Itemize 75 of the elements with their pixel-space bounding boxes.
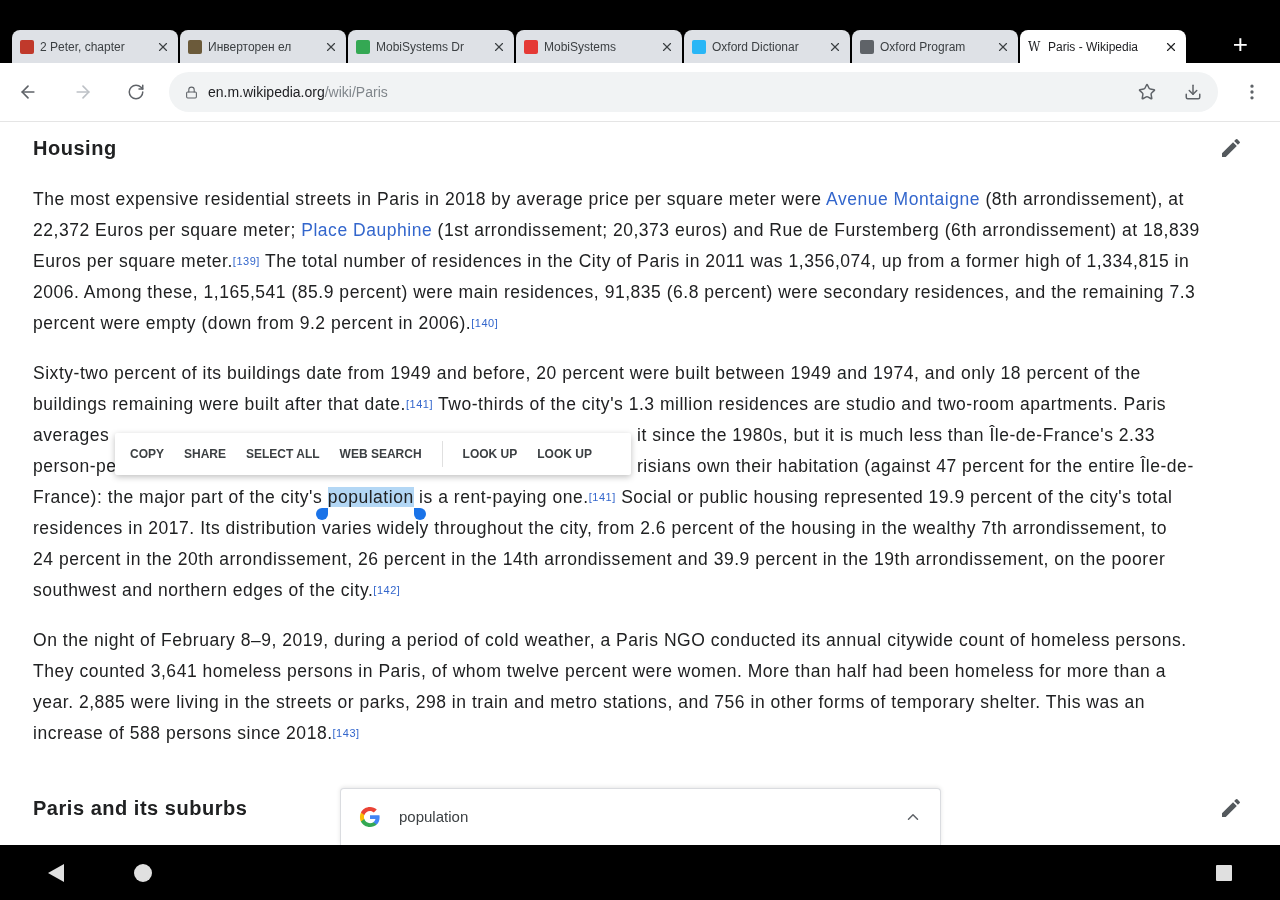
tab-title: MobiSystems	[544, 38, 618, 56]
recents-square-icon[interactable]	[1215, 863, 1233, 882]
back-triangle-icon[interactable]	[47, 862, 65, 883]
reference-link[interactable]: [143]	[332, 727, 360, 739]
body-text: Social or public housing represented 19.9 percent of the city's total	[620, 487, 1173, 507]
body-text: buildings remaining were built after that date.	[33, 394, 406, 414]
body-text: southwest and northern edges of the city.	[33, 580, 374, 600]
body-text: On the night of February 8–9, 2019, during a period of cold weather, a Paris NGO conducted its annual citywide count of homeless persons.	[33, 630, 1187, 650]
body-text: 2006. Among these, 1,165,541 (85.9 percent) were main residences, 91,835 (6.8 percent) were secondary residences, and the remaining 7.3	[33, 282, 1196, 302]
body-text: is a rent-paying one.	[418, 487, 589, 507]
article-link[interactable]: Avenue Montaigne	[826, 189, 981, 209]
download-icon[interactable]	[1184, 83, 1202, 101]
tab-title: MobiSystems Dr	[376, 38, 465, 56]
body-text: person-pe	[33, 455, 117, 478]
reload-icon[interactable]	[127, 83, 145, 101]
body-text: 22,372 Euros per square meter;	[33, 220, 297, 240]
google-logo-icon	[359, 806, 381, 828]
body-text: Sixty-two percent of its buildings date from 1949 and before, 20 percent were built between 1949 and 1974, and only 18 percent of the	[33, 363, 1141, 383]
reference-link[interactable]: [141]	[405, 398, 434, 410]
tab-title: 2 Peter, chapter	[40, 38, 126, 56]
edit-pencil-icon[interactable]	[1219, 136, 1243, 160]
body-text: risians own their habitation (against 47 percent for the entire Île-de-	[637, 455, 1195, 478]
browser-tab[interactable]: Инверторен ел	[180, 30, 346, 63]
menu-action[interactable]: COPY	[130, 433, 174, 475]
menu-action[interactable]: SHARE	[174, 433, 237, 475]
body-text: it since the 1980s, but it is much less than Île-de-France's 2.33	[637, 424, 1156, 447]
url-path: /wiki/Paris	[324, 82, 388, 102]
tab-title: Инверторен ел	[208, 38, 293, 56]
body-text: Two-thirds of the city's 1.3 million residences are studio and two-room apartments. Paris	[437, 394, 1167, 414]
favicon-letter: W	[1028, 38, 1042, 56]
body-text: averages	[33, 424, 110, 447]
body-text: increase of 588 persons since 2018.	[33, 723, 333, 743]
menu-action[interactable]: LOOK UP	[452, 433, 528, 475]
body-text: (1st arrondissement; 20,373 euros) and Rue de Furstemberg (6th arrondissement) at 18,839	[436, 220, 1200, 240]
menu-action[interactable]: WEB SEARCH	[329, 433, 432, 475]
browser-tab[interactable]: W Paris - Wikipedia	[1020, 30, 1186, 63]
section-heading: Paris and its suburbs	[33, 796, 248, 821]
browser-tab[interactable]: 2 Peter, chapter	[12, 30, 178, 63]
search-sheet[interactable]: population	[340, 788, 941, 845]
tab-title: Paris - Wikipedia	[1048, 38, 1140, 56]
menu-action[interactable]: SELECT ALL	[236, 433, 330, 475]
body-text: Euros per square meter.	[33, 251, 233, 271]
body-text: The most expensive residential streets in Paris in 2018 by average price per square meter were	[33, 189, 823, 209]
address-bar[interactable]: en.m.wikipedia.org/wiki/Paris	[169, 72, 1218, 112]
new-tab-button[interactable]: +	[1232, 31, 1248, 57]
reference-link[interactable]: [140]	[471, 317, 499, 329]
body-text: percent were empty (down from 9.2 percent in 2006).	[33, 313, 472, 333]
tab-title: Oxford Dictionar	[712, 38, 800, 56]
browser-tab[interactable]: MobiSystems	[516, 30, 682, 63]
bookmark-star-icon[interactable]	[1138, 83, 1156, 101]
section-heading: Housing	[33, 136, 117, 161]
body-text: residences in 2017. Its distribution varies widely throughout the city, from 2.6 percent of the housing in the wealthy 7th arrondissement, to	[33, 518, 1167, 538]
browser-tab[interactable]: Oxford Program	[852, 30, 1018, 63]
browser-tab[interactable]: MobiSystems Dr	[348, 30, 514, 63]
reference-link[interactable]: [139]	[232, 255, 260, 267]
selection-handle[interactable]	[315, 508, 328, 520]
body-text: The total number of residences in the City of Paris in 2011 was 1,356,074, up from a former high of 1,334,815 in	[263, 251, 1190, 271]
edit-pencil-icon[interactable]	[1219, 796, 1243, 820]
body-text: They counted 3,641 homeless persons in Paris, of whom twelve percent were women. More than half had been homeless for more than a	[33, 661, 1166, 681]
reference-link[interactable]: [141]	[588, 491, 616, 503]
body-text: (8th arrondissement), at	[984, 189, 1184, 209]
body-text: year. 2,885 were living in the streets or parks, 298 in train and metro stations, and 756 in other forms of temporary shelter. This was an	[33, 692, 1145, 712]
article-link[interactable]: Place Dauphine	[301, 220, 433, 240]
body-text: France): the major part of the city's	[33, 487, 324, 507]
selected-word: population	[327, 487, 414, 507]
menu-action[interactable]: LOOK UP	[527, 433, 602, 475]
tab-title: Oxford Program	[880, 38, 967, 56]
home-circle-icon[interactable]	[133, 862, 153, 883]
selection-handle[interactable]	[413, 508, 426, 520]
search-query: population	[399, 806, 470, 827]
reference-link[interactable]: [142]	[373, 584, 401, 596]
url-domain: en.m.wikipedia.org	[208, 82, 325, 102]
lock-icon	[185, 85, 198, 99]
body-text: 24 percent in the 20th arrondissement, 26 percent in the 14th arrondissement and 39.9 percent in the 19th arrondissement, on the poorer	[33, 549, 1166, 569]
browser-tab[interactable]: Oxford Dictionar	[684, 30, 850, 63]
